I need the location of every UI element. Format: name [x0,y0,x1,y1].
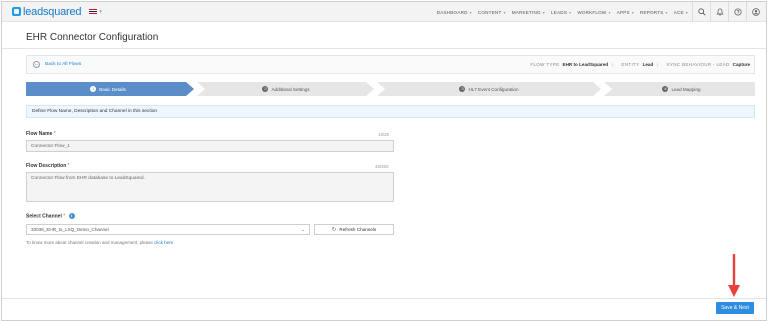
chevron-down-icon: ▾ [469,9,472,15]
flow-name-input[interactable]: Connector Flow_1 [26,140,394,152]
chevron-down-icon: ▾ [685,9,688,15]
step-number: 4 [662,86,669,92]
refresh-icon: ↻ [331,226,337,233]
search-icon [697,8,706,16]
nav-item-workflow[interactable]: WORKFLOW ▾ [577,10,610,15]
user-icon [751,8,760,16]
instruction-banner: Define Flow Name, Description and Channe… [26,105,755,118]
flow-info-bar: ← Back to All Flows FLOW TYPE EHR to Lea… [26,55,755,74]
nav-label: DASHBOARD [436,9,468,15]
step-lead-mapping[interactable]: 4 Lead Mapping [608,82,755,96]
flow-name-counter: 16/25 [378,132,389,137]
channel-help-text: To know more about channel creation and … [26,240,173,245]
help-button[interactable] [728,2,746,22]
back-to-flows-link[interactable]: ← Back to All Flows [33,61,81,68]
main-nav: DASHBOARD ▾ CONTENT ▾ MARKETING ▾ LEADS ▾ WO… [431,2,688,22]
nav-item-dashboard[interactable]: DASHBOARD ▾ [437,10,472,15]
required-mark: * [63,213,66,220]
nav-item-ace[interactable]: ACE ▾ [674,10,688,15]
flow-type-value: EHR to LeadSquared [562,62,609,67]
logo-text: leadsquared [23,5,82,18]
nav-item-reports[interactable]: REPORTS ▾ [640,10,668,15]
flow-meta: FLOW TYPE EHR to LeadSquared | ENTITY Le… [522,56,750,73]
step-number: 2 [262,86,269,92]
separator: | [657,62,659,67]
refresh-channels-button[interactable]: ↻ Refresh Channels [314,224,394,235]
step-label: Basic Details [99,86,126,92]
search-button[interactable] [692,2,710,22]
sync-behaviour-key: SYNC BEHAVIOUR - LEAD [666,62,730,67]
step-basic-details[interactable]: 1 Basic Details [26,82,190,96]
page-title: EHR Connector Configuration [26,32,159,43]
channel-select[interactable]: 33036_EHR_to_LSQ_Demo_Channel ⌄ [26,224,310,235]
nav-label: WORKFLOW [577,9,607,15]
app-window: leadsquared ▾ DASHBOARD ▾ CONTENT ▾ MARKET… [1,1,767,321]
chevron-down-icon: ▾ [631,9,634,15]
save-and-next-button[interactable]: Save & Next [716,302,754,314]
separator: | [612,62,614,67]
bell-icon [715,8,724,16]
step-label: Lead Mapping [671,86,701,92]
wizard-stepper: 1 Basic Details 2 Additional Settings 3 … [26,82,755,96]
chevron-down-icon: ▾ [608,9,611,15]
flow-name-label: Flow Name * [26,131,56,137]
step-label: Additional Settings [271,86,310,92]
flow-description-label: Flow Description * [26,163,70,169]
click-here-link[interactable]: click here [154,240,173,245]
step-label: HL7 Event Configuration [468,86,519,92]
user-menu-button[interactable] [746,2,764,22]
refresh-channels-label: Refresh Channels [339,227,377,232]
nav-item-leads[interactable]: LEADS ▾ [551,10,571,15]
nav-label: LEADS [551,9,568,15]
nav-label: APPS [616,9,630,15]
entity-key: ENTITY [621,62,640,67]
chevron-down-icon: ▾ [542,9,546,15]
chevron-down-icon: ▾ [665,9,668,15]
flow-description-label-text: Flow Description [26,163,67,169]
required-mark: * [53,131,56,137]
divider [2,298,766,299]
step-hl7-event-configuration[interactable]: 3 HL7 Event Configuration [381,82,597,96]
nav-item-content[interactable]: CONTENT ▾ [478,10,506,15]
top-nav-bar: leadsquared ▾ DASHBOARD ▾ CONTENT ▾ MARKET… [2,2,766,22]
logo-icon [12,7,21,16]
logo[interactable]: leadsquared [12,5,82,18]
entity-value: Lead [642,62,654,67]
nav-item-marketing[interactable]: MARKETING ▾ [512,10,545,15]
flow-type-key: FLOW TYPE [530,62,560,67]
select-channel-label-text: Select Channel [26,213,62,220]
flow-description-textarea[interactable]: Connector Flow from EHR database to Lead… [26,172,394,202]
info-icon[interactable]: i [68,213,75,219]
notifications-button[interactable] [710,2,728,22]
select-channel-label: Select Channel * i [26,213,75,219]
chevron-down-icon: ⌄ [301,227,305,232]
annotation-arrow-icon [728,254,740,297]
sync-behaviour-value: Capture [732,62,750,67]
arrow-left-icon: ← [33,61,40,68]
chevron-down-icon[interactable]: ▾ [99,9,102,15]
nav-item-apps[interactable]: APPS ▾ [617,10,634,15]
toolbar-icons [692,2,764,22]
step-additional-settings[interactable]: 2 Additional Settings [201,82,371,96]
required-mark: * [67,163,70,169]
chevron-down-icon: ▾ [503,9,506,15]
chevron-down-icon: ▾ [569,9,572,15]
back-link-label: Back to All Flows [45,62,82,67]
nav-label: ACE [673,9,684,15]
channel-select-value: 33036_EHR_to_LSQ_Demo_Channel [31,227,109,232]
divider [2,48,766,49]
step-number: 1 [90,86,97,92]
help-icon [733,8,742,16]
flow-name-label-text: Flow Name [26,131,53,137]
help-text-prefix: To know more about channel creation and … [26,240,153,245]
language-flag-icon[interactable] [89,9,98,14]
nav-label: CONTENT [477,9,502,15]
nav-label: MARKETING [511,9,541,15]
flow-description-counter: 48/250 [375,164,389,169]
nav-label: REPORTS [639,9,664,15]
step-number: 3 [459,86,466,92]
